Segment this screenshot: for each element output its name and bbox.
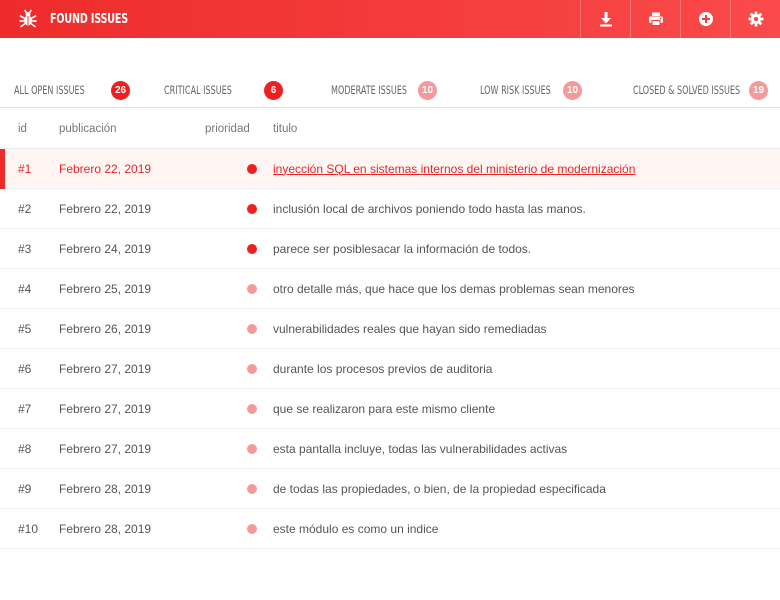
issue-id: #6 [18,361,32,376]
priority-dot [247,444,257,454]
column-header-titulo[interactable]: titulo [273,123,297,135]
priority-dot [247,324,257,334]
count-badge: 26 [111,81,130,100]
download-button[interactable] [580,0,630,38]
issue-filter-tabs: All open issues 26 Critical issues 6 Mod… [0,72,780,108]
count-badge: 10 [563,81,582,100]
table-row[interactable]: #6 Febrero 27, 2019 durante los procesos p… [0,349,780,389]
issue-date: Febrero 24, 2019 [59,241,152,256]
issue-title-link[interactable]: de todas las propiedades, o bien, de la … [273,482,606,496]
count-badge: 19 [749,81,768,100]
issue-title-link[interactable]: este módulo es como un indice [273,522,438,536]
column-header-prioridad[interactable]: prioridad [205,123,250,135]
issue-date: Febrero 27, 2019 [59,401,152,416]
issue-title-link[interactable]: durante los procesos previos de auditori… [273,362,492,376]
table-row[interactable]: #8 Febrero 27, 2019 esta pantalla incluye,… [0,429,780,469]
tab-label: Low risk issues [480,83,551,97]
table-row[interactable]: #9 Febrero 28, 2019 de todas las propiedad… [0,469,780,509]
header-actions [580,0,780,38]
priority-dot [247,524,257,534]
issue-date: Febrero 22, 2019 [59,161,152,176]
issue-date: Febrero 22, 2019 [59,201,152,216]
print-icon [648,12,663,26]
issue-id: #10 [18,521,39,536]
issue-date: Febrero 28, 2019 [59,521,152,536]
tab-label: Critical issues [164,83,232,97]
table-row[interactable]: #4 Febrero 25, 2019 otro detalle más, que … [0,269,780,309]
tab-label: All open issues [14,83,85,97]
issue-date: Febrero 26, 2019 [59,321,152,336]
tab-all-open-issues[interactable]: All open issues [14,72,105,108]
bug-icon [19,9,37,28]
add-circle-icon [698,12,713,26]
brand[interactable]: Found Issues [0,0,145,38]
top-bar: Found Issues [0,0,780,38]
priority-dot [247,484,257,494]
print-button[interactable] [630,0,680,38]
issue-date: Febrero 28, 2019 [59,481,152,496]
tab-low-risk-issues[interactable]: Low risk issues [480,72,571,108]
column-header-publicacion[interactable]: publicación [59,123,117,135]
table-row[interactable]: #2 Febrero 22, 2019 inclusión local de arc… [0,189,780,229]
page-title: Found Issues [50,11,129,27]
tab-moderate-issues[interactable]: Moderate issues [331,72,429,108]
issue-title-link[interactable]: parece ser posiblesacar la información d… [273,242,531,256]
issue-id: #5 [18,321,32,336]
count-badge: 10 [418,81,437,100]
table-row[interactable]: #5 Febrero 26, 2019 vulnerabilidades reale… [0,309,780,349]
gear-icon [748,11,763,27]
priority-dot [247,284,257,294]
issue-title-link[interactable]: esta pantalla incluye, todas las vulnera… [273,442,567,456]
issue-id: #3 [18,241,32,256]
table-header: id publicación prioridad titulo [0,109,780,149]
table-row[interactable]: #3 Febrero 24, 2019 parece ser posiblesaca… [0,229,780,269]
issue-title-link[interactable]: vulnerabilidades reales que hayan sido r… [273,322,547,336]
issue-id: #9 [18,481,32,496]
table-row[interactable]: #1 Febrero 22, 2019 inyección SQL en siste… [0,149,780,189]
priority-dot [247,164,257,174]
issue-id: #1 [18,161,32,176]
issues-table: id publicación prioridad titulo #1 Febrer… [0,109,780,549]
issue-id: #7 [18,401,32,416]
table-body: #1 Febrero 22, 2019 inyección SQL en siste… [0,149,780,549]
issue-date: Febrero 27, 2019 [59,441,152,456]
issue-date: Febrero 27, 2019 [59,361,152,376]
settings-button[interactable] [730,0,780,38]
table-row[interactable]: #10 Febrero 28, 2019 este módulo es como u… [0,509,780,549]
issue-title-link[interactable]: inyección SQL en sistemas internos del m… [273,162,635,176]
add-issue-button[interactable] [680,0,730,38]
issue-title-link[interactable]: que se realizaron para este mismo client… [273,402,495,416]
priority-dot [247,244,257,254]
issue-date: Febrero 25, 2019 [59,281,152,296]
priority-dot [247,404,257,414]
issue-title-link[interactable]: otro detalle más, que hace que los demas… [273,282,635,296]
tab-label: Closed & solved issues [633,83,741,97]
column-header-id[interactable]: id [18,123,27,135]
count-badge: 6 [264,81,283,100]
table-row[interactable]: #7 Febrero 27, 2019 que se realizaron para… [0,389,780,429]
issue-title-link[interactable]: inclusión local de archivos poniendo tod… [273,202,586,216]
issue-id: #8 [18,441,32,456]
priority-dot [247,364,257,374]
tab-critical-issues[interactable]: Critical issues [164,72,251,108]
issue-id: #4 [18,281,32,296]
download-icon [599,12,612,27]
priority-dot [247,204,257,214]
tab-label: Moderate issues [331,83,408,97]
issue-id: #2 [18,201,32,216]
